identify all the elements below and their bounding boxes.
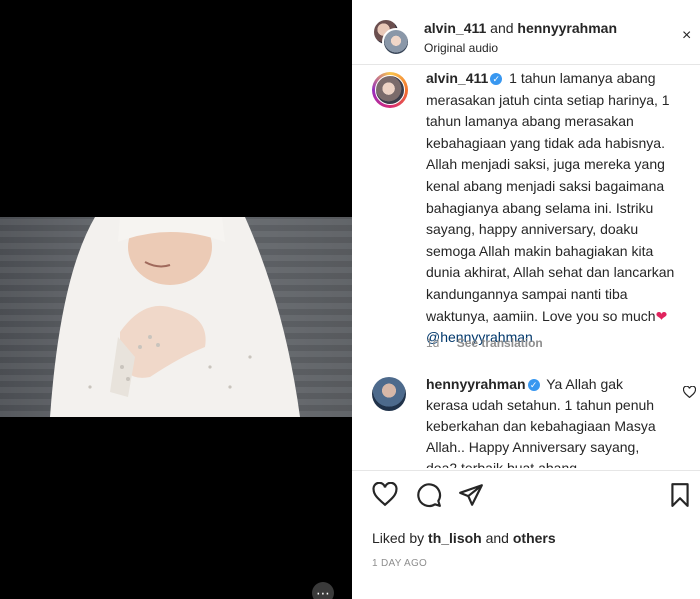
likes-others[interactable]: others	[513, 530, 556, 546]
caption-avatar[interactable]	[372, 72, 408, 108]
audio-label[interactable]: Original audio	[424, 41, 498, 55]
post-photo	[0, 217, 352, 417]
comment-like-icon[interactable]	[682, 385, 697, 401]
close-icon[interactable]: ×	[682, 27, 691, 45]
divider	[352, 470, 700, 471]
paper-plane-icon[interactable]	[458, 482, 486, 510]
likes-prefix: Liked by	[372, 530, 425, 546]
verified-badge-icon: ✓	[490, 73, 503, 85]
heart-outline-icon[interactable]	[372, 481, 400, 510]
likes-summary: Liked by th_lisoh and others	[372, 530, 556, 546]
comment: hennyyrahman ✓ Ya Allah gak kerasa udah s…	[426, 374, 658, 468]
caption-username[interactable]: alvin_411	[426, 70, 488, 86]
post-authors: alvin_411 and hennyyrahman	[424, 20, 617, 36]
bookmark-icon[interactable]	[668, 482, 696, 510]
caption-text: 1 tahun lamanya abang merasakan jatuh ci…	[426, 70, 675, 324]
coauthor-username[interactable]: hennyyrahman	[517, 20, 617, 36]
post-side-panel: alvin_411 and hennyyrahman Original audi…	[352, 0, 700, 599]
author-and: and	[490, 20, 514, 36]
more-options-icon[interactable]: ⋯	[312, 582, 334, 599]
comment-username[interactable]: hennyyrahman	[426, 376, 526, 392]
avatar[interactable]	[372, 18, 410, 56]
see-translation-link[interactable]: See translation	[457, 336, 543, 350]
caption-meta: 1d See translation	[426, 336, 543, 350]
author-username[interactable]: alvin_411	[424, 20, 486, 36]
likes-and: and	[485, 530, 509, 546]
likes-user[interactable]: th_lisoh	[428, 530, 482, 546]
post-media[interactable]: ⋯	[0, 0, 352, 599]
verified-badge-icon: ✓	[527, 379, 540, 391]
post-header: alvin_411 and hennyyrahman Original audi…	[352, 0, 700, 65]
heart-emoji-icon: ❤	[655, 307, 668, 324]
action-bar	[352, 481, 700, 514]
caption: alvin_411 ✓ 1 tahun lamanya abang merasak…	[426, 68, 688, 349]
comment-avatar[interactable]	[372, 377, 406, 411]
caption-time: 1d	[426, 336, 440, 350]
comment-bubble-icon[interactable]	[416, 482, 444, 510]
post-age[interactable]: 1 DAY AGO	[372, 558, 427, 569]
